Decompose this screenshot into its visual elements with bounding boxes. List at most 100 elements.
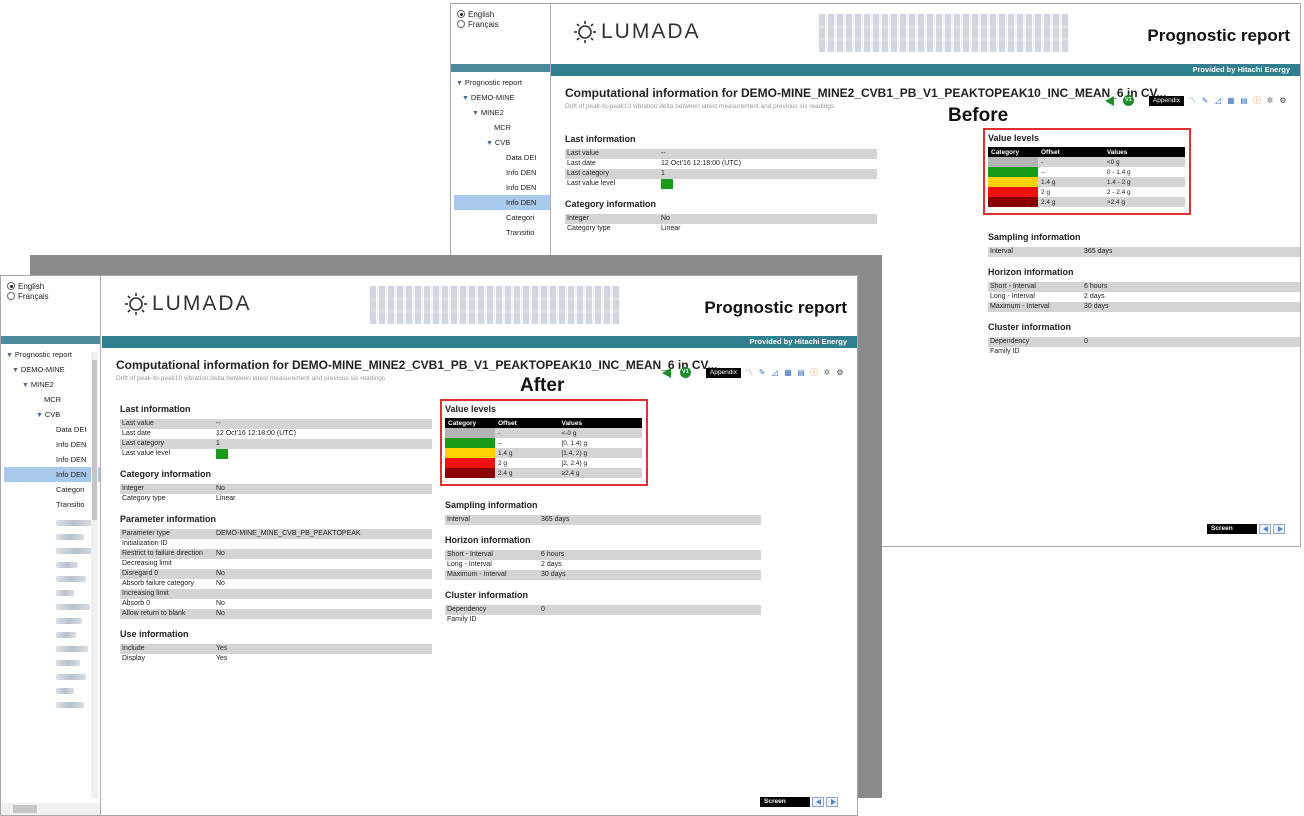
- table-icon[interactable]: ▦: [783, 368, 793, 378]
- last-info-title: Last information: [120, 404, 191, 414]
- next-icon[interactable]: [1273, 524, 1285, 534]
- kv-row: Restrict to failure direction No: [120, 549, 432, 559]
- back-arrow-icon[interactable]: [1104, 95, 1114, 106]
- gear-icon[interactable]: ⚙: [835, 368, 845, 378]
- expand-icon[interactable]: ▼: [6, 352, 15, 359]
- tree-leaf[interactable]: Data DEI: [454, 150, 550, 165]
- category-swatch: [445, 458, 495, 468]
- kv-row: Integer No: [120, 484, 432, 494]
- tree-leaf[interactable]: Info DEN: [454, 180, 550, 195]
- kv-row: Last date 12 Oct'16 12:18:00 (UTC): [567, 160, 741, 167]
- table-row: - <-0 g: [445, 428, 642, 438]
- kv-row: Long - Interval 2 days: [990, 293, 1105, 300]
- expand-icon[interactable]: ▼: [36, 412, 45, 419]
- radio-icon[interactable]: [7, 292, 15, 300]
- table-icon[interactable]: ▦: [1226, 96, 1236, 106]
- cluster-info-title: Cluster information: [988, 322, 1072, 332]
- category-info-title: Category information: [565, 199, 657, 209]
- category-swatch: [988, 157, 1038, 167]
- expand-icon[interactable]: ▼: [22, 382, 31, 389]
- edit-chart-icon[interactable]: ✎: [1200, 96, 1210, 106]
- kv-row: Disregard 0 No: [120, 569, 432, 579]
- main-panel: LUMADA Prognostic report Provided by Hit…: [102, 276, 857, 815]
- appendix-button[interactable]: Appendix: [1148, 95, 1184, 106]
- value-levels-highlight: Value levels Category Offset Values - <0 g …: [983, 128, 1191, 215]
- sidebar-hscrollbar[interactable]: [1, 803, 100, 815]
- table-row: -- 0 - 1.4 g: [988, 167, 1185, 177]
- info-icon[interactable]: ⓘ: [1252, 96, 1262, 106]
- tree-leaf-selected[interactable]: Info DEN: [4, 467, 100, 482]
- trend-icon[interactable]: 〽: [744, 368, 754, 378]
- lang-francais[interactable]: Français: [457, 19, 544, 29]
- screen-button[interactable]: Screen: [760, 797, 810, 807]
- kv-row: Maximum - Interval 30 days: [988, 302, 1300, 312]
- edit-chart-icon[interactable]: ✎: [757, 368, 767, 378]
- tree-leaf[interactable]: Categori: [4, 482, 100, 497]
- tree-leaf[interactable]: Info DEN: [4, 437, 100, 452]
- scrollbar-thumb[interactable]: [13, 805, 37, 813]
- expand-icon[interactable]: ▼: [462, 95, 471, 102]
- tree-node-cvb[interactable]: ▼ CVB: [454, 135, 550, 150]
- next-icon[interactable]: [826, 797, 838, 807]
- table-row: -- [0, 1.4) g: [445, 438, 642, 448]
- sidebar-scrollbar[interactable]: [91, 352, 98, 799]
- tools-icon[interactable]: ✲: [1265, 96, 1275, 106]
- tree-leaf[interactable]: Data DEI: [4, 422, 100, 437]
- chart-icon[interactable]: ◿: [1213, 96, 1223, 106]
- back-arrow-icon[interactable]: [661, 367, 671, 378]
- screen-button[interactable]: Screen: [1207, 524, 1257, 534]
- document-icon[interactable]: ▤: [1239, 96, 1249, 106]
- tree-node-mcr[interactable]: MCR: [4, 392, 100, 407]
- appendix-button[interactable]: Appendix: [705, 367, 741, 378]
- tools-icon[interactable]: ✲: [822, 368, 832, 378]
- lang-francais[interactable]: Français: [7, 291, 94, 301]
- version-badge[interactable]: V1: [679, 367, 691, 378]
- trend-icon[interactable]: 〽: [1187, 96, 1197, 106]
- value-levels-title: Value levels: [988, 133, 1040, 143]
- expand-icon[interactable]: ▼: [486, 140, 495, 147]
- previous-icon[interactable]: [812, 797, 824, 807]
- tree-node-cvb[interactable]: ▼ CVB: [4, 407, 100, 422]
- radio-icon[interactable]: [457, 20, 465, 28]
- radio-icon[interactable]: [457, 10, 465, 18]
- kv-row: Category type Linear: [567, 225, 681, 232]
- kv-row: Last value --: [120, 419, 432, 429]
- document-icon[interactable]: ▤: [796, 368, 806, 378]
- previous-icon[interactable]: [1259, 524, 1271, 534]
- value-level-swatch: [216, 449, 228, 459]
- chart-icon[interactable]: ◿: [770, 368, 780, 378]
- kv-row: Family ID: [990, 348, 1020, 355]
- tree-node-mine2[interactable]: ▼ MINE2: [4, 377, 100, 392]
- tree-node-root[interactable]: ▼ Prognostic report: [4, 347, 100, 362]
- tree-node-root[interactable]: ▼ Prognostic report: [454, 75, 550, 90]
- lang-english[interactable]: English: [7, 281, 94, 291]
- tree-leaf-selected[interactable]: Info DEN: [454, 195, 550, 210]
- tree-leaf[interactable]: Info DEN: [454, 165, 550, 180]
- gear-icon[interactable]: ⚙: [1278, 96, 1288, 106]
- expand-icon[interactable]: ▼: [12, 367, 21, 374]
- version-badge[interactable]: V1: [1122, 95, 1134, 106]
- radio-icon[interactable]: [7, 282, 15, 290]
- kv-row: Family ID: [447, 616, 477, 623]
- tree-node-mcr[interactable]: MCR: [454, 120, 550, 135]
- lang-english[interactable]: English: [457, 9, 544, 19]
- content: Computational information for DEMO-MINE_…: [551, 86, 1300, 110]
- value-levels-table: Category Offset Values - <-0 g -- [0, 1.4) g…: [445, 418, 642, 478]
- expand-icon[interactable]: ▼: [472, 110, 481, 117]
- scrollbar-thumb[interactable]: [92, 360, 97, 520]
- kv-row: Absorb failure category No: [122, 580, 225, 587]
- info-icon[interactable]: ⓘ: [809, 368, 819, 378]
- tree-node-demo-mine[interactable]: ▼ DEMO-MINE: [454, 90, 550, 105]
- category-swatch: [988, 197, 1038, 207]
- provided-by-bar: Provided by Hitachi Energy: [551, 64, 1300, 76]
- language-selector: English Français: [1, 276, 100, 336]
- after-label: After: [520, 375, 565, 396]
- tree-node-mine2[interactable]: ▼ MINE2: [454, 105, 550, 120]
- tree-node-demo-mine[interactable]: ▼ DEMO-MINE: [4, 362, 100, 377]
- tree-leaf[interactable]: Categori: [454, 210, 550, 225]
- kv-row: Increasing limit: [120, 589, 432, 599]
- expand-icon[interactable]: ▼: [456, 80, 465, 87]
- tree-leaf[interactable]: Transitio: [454, 225, 550, 240]
- tree-leaf[interactable]: Transitio: [4, 497, 100, 512]
- tree-leaf[interactable]: Info DEN: [4, 452, 100, 467]
